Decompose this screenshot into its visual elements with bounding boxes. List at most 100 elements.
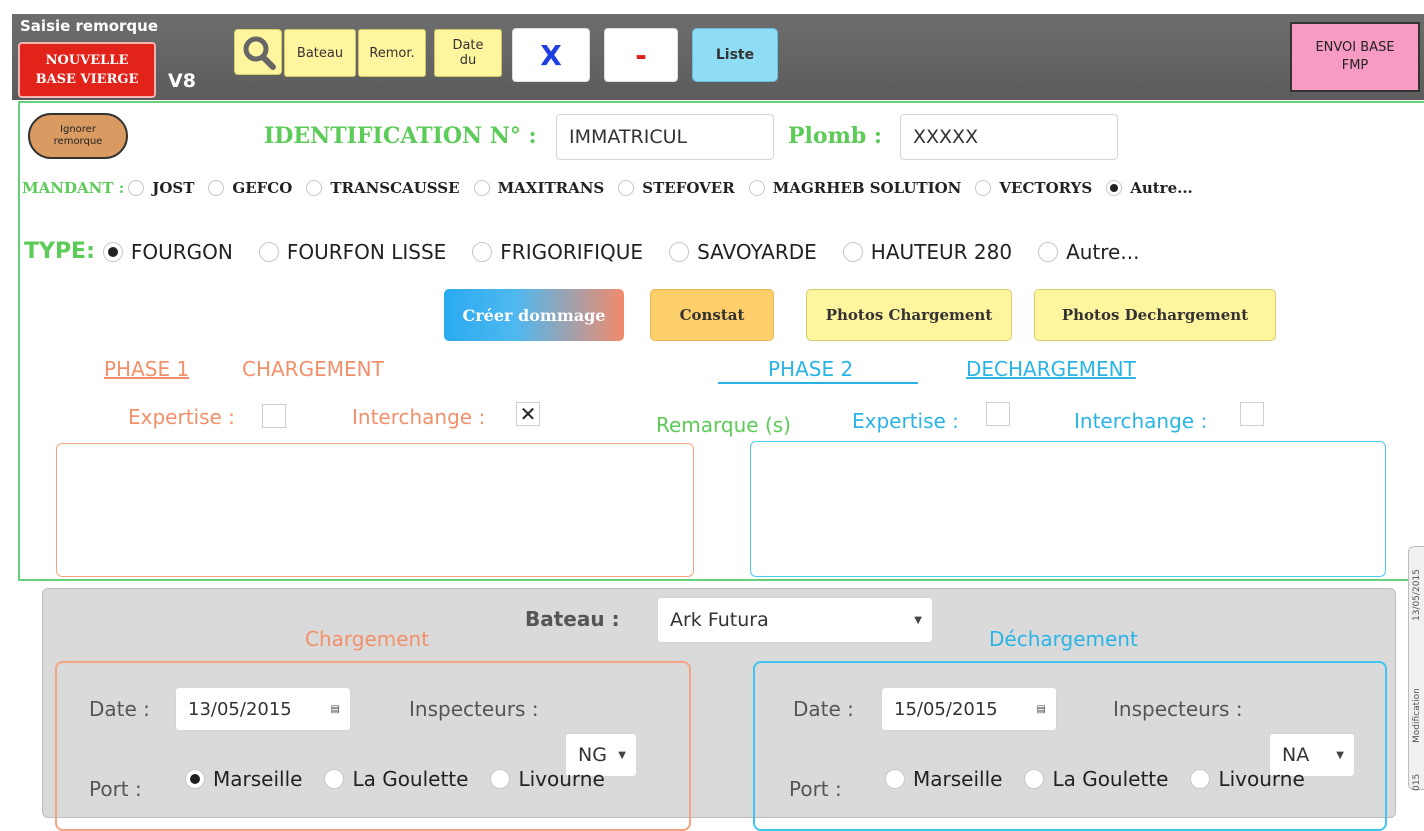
- type-option-4-label: HAUTEUR 280: [870, 239, 1013, 264]
- bateau-filter-button[interactable]: Bateau: [284, 29, 356, 77]
- phase2-interchange-checkbox[interactable]: [1240, 402, 1264, 426]
- chargement-port-option-1-radio[interactable]: [324, 769, 345, 789]
- mandant-option-4[interactable]: STEFOVER: [618, 179, 735, 197]
- bateau-select[interactable]: Ark Futura ▼: [657, 597, 933, 643]
- type-option-0[interactable]: FOURGON: [102, 239, 233, 264]
- dechargement-heading: Déchargement: [989, 627, 1138, 651]
- mandant-option-6-radio[interactable]: [975, 180, 992, 196]
- chargement-port-radio-group: Marseille La Goulette Livourne: [185, 767, 627, 791]
- phase2-remarks-textarea[interactable]: [750, 441, 1386, 577]
- dropdown-arrow-icon: ▼: [914, 614, 922, 626]
- search-button[interactable]: [234, 29, 282, 75]
- type-option-4-radio[interactable]: [842, 241, 863, 262]
- phase1-remarks-textarea[interactable]: [56, 443, 694, 577]
- type-option-3[interactable]: SAVOYARDE: [669, 240, 817, 264]
- mandant-option-3-label: MAXITRANS: [497, 179, 605, 197]
- photos-unloading-button[interactable]: Photos Dechargement: [1034, 289, 1276, 341]
- identification-section: Ignorer remorque IDENTIFICATION N° : IMM…: [18, 101, 1424, 581]
- identification-number-input[interactable]: IMMATRICUL: [556, 114, 774, 160]
- dechargement-port-option-1[interactable]: La Goulette: [1024, 767, 1168, 791]
- type-option-3-label: SAVOYARDE: [697, 239, 817, 264]
- clear-filter-button[interactable]: X: [512, 28, 590, 82]
- mandant-option-3-radio[interactable]: [473, 180, 490, 196]
- dechargement-inspecteurs-label: Inspecteurs :: [1113, 697, 1243, 721]
- chargement-port-label: Port :: [89, 777, 142, 801]
- mandant-option-2[interactable]: TRANSCAUSSE: [306, 179, 460, 197]
- chargement-port-option-2[interactable]: Livourne: [490, 767, 605, 791]
- chargement-date-input[interactable]: 13/05/2015 ▤: [175, 687, 351, 731]
- remorque-filter-button[interactable]: Remor.: [358, 29, 426, 77]
- remarque-label: Remarque (s): [656, 413, 791, 437]
- mandant-option-1[interactable]: GEFCO: [208, 179, 292, 197]
- type-option-5-radio[interactable]: [1038, 241, 1059, 262]
- dechargement-port-option-0-radio[interactable]: [885, 769, 905, 789]
- phase2-underline: [718, 382, 918, 384]
- mandant-option-5[interactable]: MAGRHEB SOLUTION: [748, 179, 962, 197]
- send-fmp-button[interactable]: ENVOI BASE FMP: [1290, 22, 1420, 92]
- mandant-option-5-radio[interactable]: [748, 180, 765, 196]
- side-tab-label: Modification: [1412, 688, 1422, 743]
- type-option-2[interactable]: FRIGORIFIQUE: [472, 240, 643, 264]
- version-label: V8: [168, 70, 196, 92]
- dechargement-port-option-1-radio[interactable]: [1024, 769, 1045, 789]
- minus-icon: -: [635, 38, 647, 72]
- phase1-expertise-checkbox[interactable]: [262, 404, 286, 428]
- type-option-5[interactable]: Autre...: [1038, 240, 1139, 264]
- dechargement-port-option-2[interactable]: Livourne: [1190, 767, 1305, 791]
- phase1-label: PHASE 1: [104, 357, 190, 381]
- mandant-option-5-label: MAGRHEB SOLUTION: [772, 179, 962, 197]
- toolbar: Saisie remorque NOUVELLE BASE VIERGE V8 …: [12, 14, 1424, 100]
- side-tab-date: 13/05/2015: [1412, 569, 1422, 621]
- dechargement-port-option-2-radio[interactable]: [1190, 769, 1211, 789]
- phase2-expertise-checkbox[interactable]: [986, 402, 1010, 426]
- phase1-title: CHARGEMENT: [242, 357, 384, 381]
- mandant-option-6[interactable]: VECTORYS: [975, 179, 1092, 197]
- mandant-option-0-radio[interactable]: [128, 180, 145, 196]
- chargement-box: Date : 13/05/2015 ▤ Inspecteurs : NG ▼ P…: [55, 661, 691, 831]
- photos-loading-button[interactable]: Photos Chargement: [806, 289, 1012, 341]
- type-option-3-radio[interactable]: [669, 241, 690, 262]
- chargement-port-option-0[interactable]: Marseille: [185, 767, 302, 791]
- type-label: TYPE:: [24, 239, 95, 264]
- mandant-option-3[interactable]: MAXITRANS: [473, 179, 605, 197]
- type-option-5-label: Autre...: [1066, 239, 1140, 264]
- chargement-heading: Chargement: [305, 627, 430, 651]
- create-damage-button[interactable]: Créer dommage: [444, 289, 624, 341]
- phase2-label: PHASE 2: [768, 357, 854, 381]
- mandant-option-0[interactable]: JOST: [128, 179, 194, 197]
- new-empty-base-button[interactable]: NOUVELLE BASE VIERGE: [18, 42, 156, 98]
- identification-label: IDENTIFICATION N° :: [264, 123, 537, 149]
- chargement-port-option-0-radio[interactable]: [185, 769, 205, 789]
- dechargement-port-option-0-label: Marseille: [913, 767, 1003, 791]
- chargement-port-option-2-radio[interactable]: [490, 769, 511, 789]
- chargement-port-option-1[interactable]: La Goulette: [324, 767, 468, 791]
- phase1-interchange-checkbox[interactable]: ✕: [516, 402, 540, 426]
- history-side-tab[interactable]: 13/05/2015 Modification 015: [1408, 546, 1424, 791]
- mandant-option-7[interactable]: Autre...: [1106, 179, 1193, 197]
- type-option-4[interactable]: HAUTEUR 280: [842, 239, 1013, 264]
- dropdown-arrow-icon: ▼: [1336, 749, 1344, 761]
- mandant-option-2-radio[interactable]: [306, 180, 323, 196]
- constat-button[interactable]: Constat: [650, 289, 774, 341]
- liste-button[interactable]: Liste: [692, 28, 778, 82]
- chargement-port-option-0-label: Marseille: [213, 767, 303, 791]
- search-icon: [243, 36, 276, 70]
- type-option-0-label: FOURGON: [130, 239, 233, 264]
- mandant-option-1-radio[interactable]: [208, 180, 225, 196]
- dechargement-date-input[interactable]: 15/05/2015 ▤: [881, 687, 1057, 731]
- type-option-0-radio[interactable]: [102, 241, 123, 262]
- transport-section: Bateau : Ark Futura ▼ Chargement Décharg…: [42, 588, 1396, 831]
- dechargement-port-option-2-label: Livourne: [1218, 767, 1305, 791]
- type-option-1[interactable]: FOURFON LISSE: [258, 240, 446, 264]
- dechargement-port-option-0[interactable]: Marseille: [885, 767, 1002, 791]
- plomb-input[interactable]: XXXXX: [900, 114, 1118, 160]
- type-option-2-radio[interactable]: [472, 241, 493, 262]
- date-filter-button[interactable]: Date du: [434, 29, 502, 77]
- mandant-option-7-radio[interactable]: [1106, 180, 1123, 196]
- ignore-trailer-button[interactable]: Ignorer remorque: [28, 113, 128, 159]
- remove-button[interactable]: -: [604, 28, 678, 82]
- mandant-option-4-radio[interactable]: [618, 180, 635, 196]
- type-option-2-label: FRIGORIFIQUE: [500, 239, 644, 264]
- type-option-1-radio[interactable]: [258, 241, 279, 262]
- dropdown-arrow-icon: ▼: [618, 749, 626, 761]
